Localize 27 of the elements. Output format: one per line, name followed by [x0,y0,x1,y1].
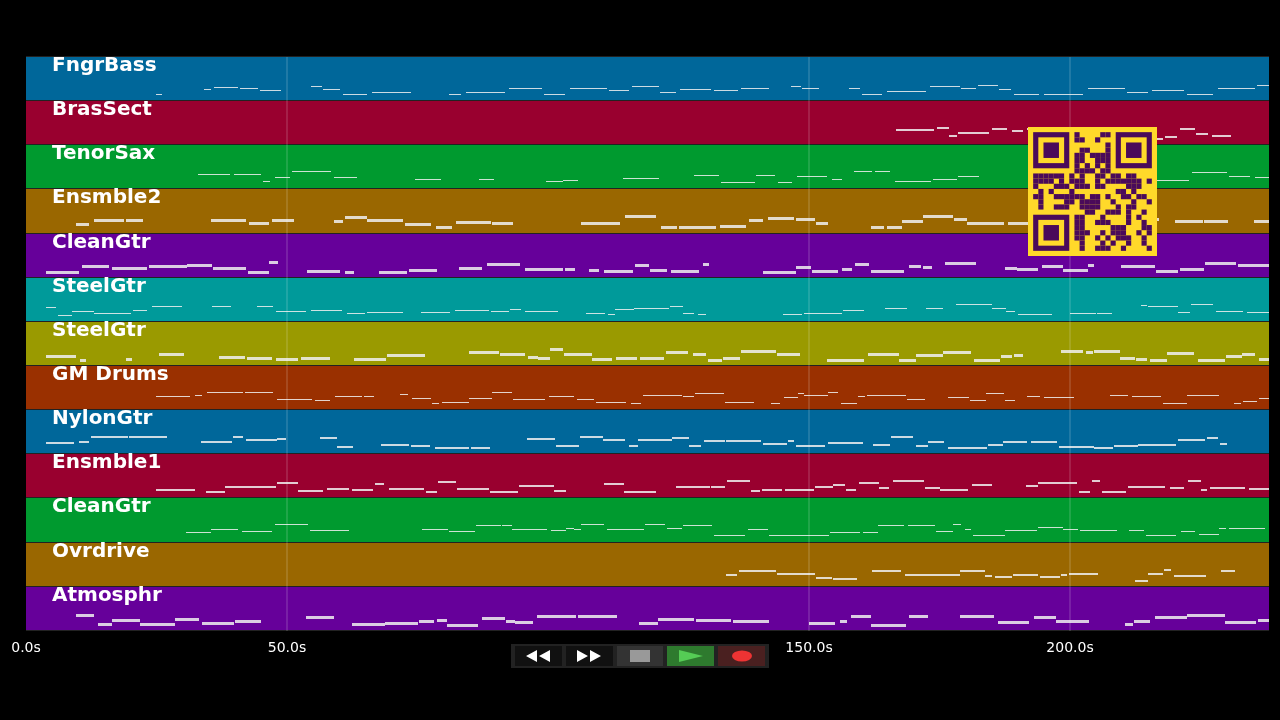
stop-button[interactable] [616,646,664,666]
track-label: Ovrdrive [52,537,150,562]
rewind-button[interactable] [515,646,562,666]
stop-icon [630,650,650,662]
play-button[interactable] [667,646,715,666]
track-label: BrasSect [52,96,152,121]
track-label: Ensmble1 [52,449,162,474]
track-label: SteelGtr [52,316,146,341]
record-button[interactable] [718,646,765,666]
axis-tick-label: 150.0s [785,639,833,655]
axis-tick-label: 0.0s [11,639,41,655]
track-label: NylonGtr [52,405,153,430]
rewind-icon [525,649,552,663]
fast-forward-icon [576,649,603,663]
track-label: Ensmble2 [52,184,162,209]
track-label: SteelGtr [52,272,146,297]
track-label: GM Drums [52,361,169,385]
track-label: CleanGtr [52,228,151,253]
play-icon [677,649,704,663]
track-label: TenorSax [52,140,156,165]
track-label: Atmosphr [52,581,162,606]
fast-forward-button[interactable] [565,646,613,666]
record-icon [730,650,753,662]
axis-tick-label: 50.0s [267,639,307,655]
track-label: FngrBass [52,52,157,76]
track-label: CleanGtr [52,493,151,518]
axis-tick-label: 200.0s [1046,639,1094,655]
